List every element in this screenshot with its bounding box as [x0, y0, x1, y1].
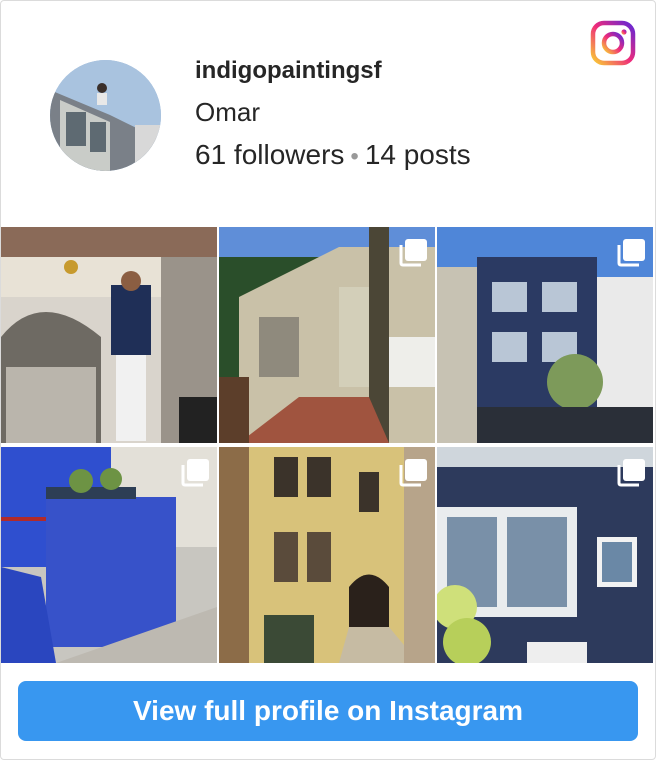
post-navy-bay-windows[interactable] [437, 227, 653, 443]
carousel-icon [617, 239, 645, 267]
profile-username[interactable]: indigopaintingsf [195, 57, 382, 85]
instagram-icon[interactable] [589, 19, 637, 67]
post-navy-facade[interactable] [437, 447, 653, 663]
profile-header: indigopaintingsf Omar 61 followers • 14 po… [1, 1, 655, 227]
carousel-icon [399, 459, 427, 487]
post-porch-steps[interactable] [219, 227, 435, 443]
avatar[interactable] [50, 60, 161, 171]
carousel-icon [617, 459, 645, 487]
posts-count: 14 posts [364, 139, 471, 170]
card-footer: View full profile on Instagram [1, 663, 655, 759]
carousel-icon [399, 239, 427, 267]
profile-stats: 61 followers • 14 posts [195, 139, 471, 171]
view-full-profile-button[interactable]: View full profile on Instagram [18, 681, 638, 741]
instagram-profile-card: indigopaintingsf Omar 61 followers • 14 po… [0, 0, 656, 760]
carousel-icon [181, 459, 209, 487]
post-painter-ornate-entry[interactable] [1, 227, 217, 443]
post-yellow-house[interactable] [219, 447, 435, 663]
posts-grid [1, 227, 655, 663]
profile-name: Omar [195, 97, 260, 127]
stats-separator: • [350, 143, 359, 170]
post-blue-stairs-cabinet[interactable] [1, 447, 217, 663]
followers-count: 61 followers [195, 139, 345, 170]
